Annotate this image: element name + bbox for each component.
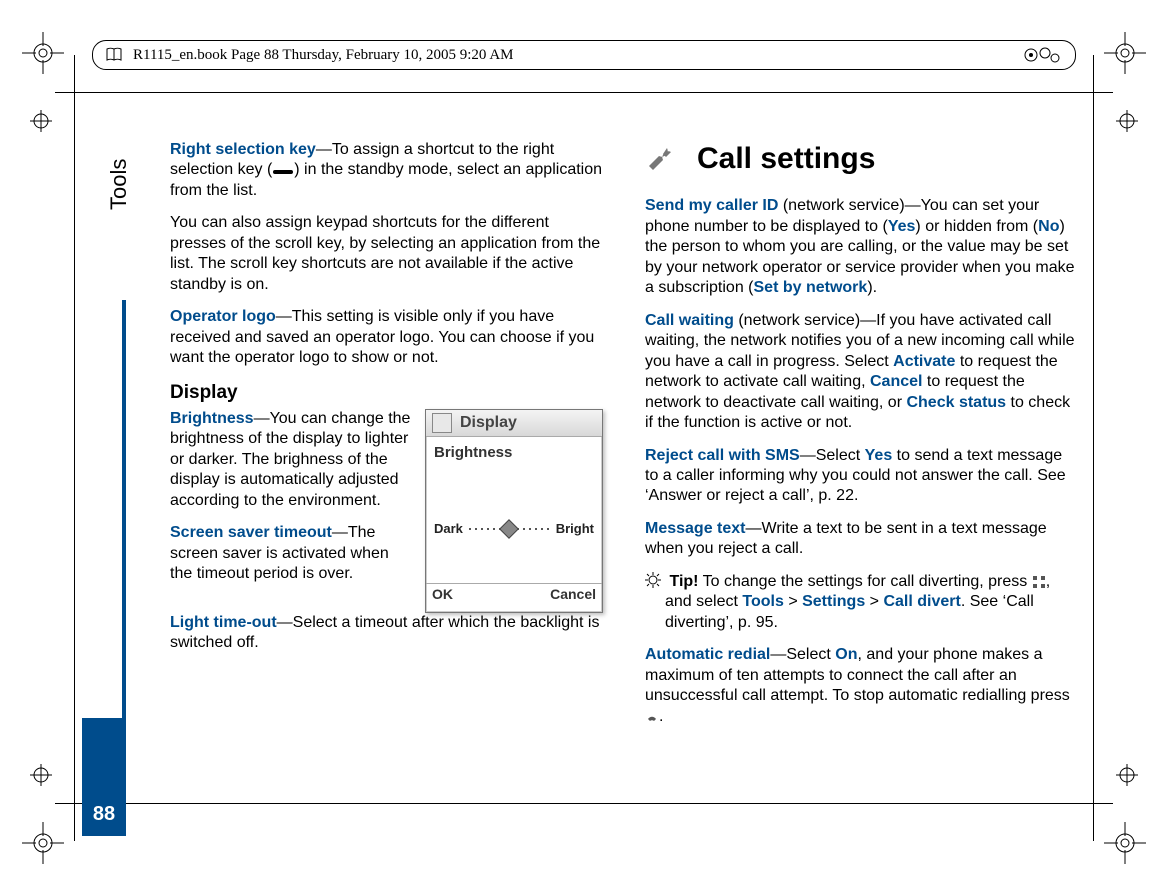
- page-number: 88: [82, 718, 126, 836]
- phone-field-label: Brightness: [434, 443, 594, 462]
- display-heading: Display: [170, 381, 603, 405]
- key-auto-redial: Automatic redial: [645, 646, 770, 663]
- para-reject-sms: Reject call with SMS—Select Yes to send …: [645, 446, 1078, 507]
- brightness-slider: Dark Bright: [434, 510, 594, 548]
- para-caller-id: Send my caller ID (network service)—You …: [645, 196, 1078, 298]
- slider-thumb-icon: [499, 519, 519, 539]
- crop-mark-icon: [1104, 32, 1146, 74]
- slider-max-label: Bright: [556, 521, 594, 538]
- para-message-text: Message text—Write a text to be sent in …: [645, 519, 1078, 560]
- tip-icon: [645, 572, 661, 588]
- registration-mark-icon: [1116, 110, 1138, 132]
- content-area: Right selection key—To assign a shortcut…: [170, 140, 1078, 786]
- frame-header: R1115_en.book Page 88 Thursday, February…: [92, 40, 1076, 70]
- para-scroll-shortcuts: You can also assign keypad shortcuts for…: [170, 213, 603, 295]
- left-column: Right selection key—To assign a shortcut…: [170, 140, 603, 786]
- phone-softkey-left: OK: [432, 586, 453, 610]
- registration-mark-icon: [1116, 764, 1138, 786]
- display-app-icon: [432, 413, 452, 433]
- phone-title: Display: [460, 413, 517, 433]
- frame-header-text: R1115_en.book Page 88 Thursday, February…: [133, 47, 514, 64]
- slider-min-label: Dark: [434, 521, 463, 538]
- call-settings-heading: Call settings: [645, 140, 1078, 178]
- crop-mark-icon: [22, 32, 64, 74]
- side-section-label: Tools: [106, 159, 132, 210]
- para-call-waiting: Call waiting (network service)—If you ha…: [645, 311, 1078, 434]
- para-operator-logo: Operator logo—This setting is visible on…: [170, 307, 603, 368]
- key-message-text: Message text: [645, 520, 746, 537]
- gear-cluster-icon: [1023, 45, 1063, 65]
- para-auto-redial: Automatic redial—Select On, and your pho…: [645, 645, 1078, 727]
- softkey-icon: [272, 167, 294, 177]
- frame-rule: [1093, 55, 1094, 841]
- wrench-icon: [645, 142, 679, 176]
- key-reject-sms: Reject call with SMS: [645, 447, 800, 464]
- tip-label: Tip!: [669, 573, 698, 590]
- key-light-timeout: Light time-out: [170, 614, 277, 631]
- para-screensaver: Screen saver timeout—The screen saver is…: [170, 523, 411, 584]
- para-light-timeout: Light time-out—Select a timeout after wh…: [170, 613, 603, 654]
- right-column: Call settings Send my caller ID (network…: [645, 140, 1078, 786]
- slider-track: [469, 523, 550, 535]
- key-right-selection: Right selection key: [170, 141, 316, 158]
- key-call-waiting: Call waiting: [645, 312, 734, 329]
- registration-mark-icon: [30, 764, 52, 786]
- key-operator-logo: Operator logo: [170, 308, 276, 325]
- key-screensaver-timeout: Screen saver timeout: [170, 524, 332, 541]
- frame-rule: [55, 803, 1113, 804]
- tip-block: Tip! To change the settings for call div…: [645, 572, 1078, 633]
- key-caller-id: Send my caller ID: [645, 197, 778, 214]
- frame-rule: [74, 55, 75, 841]
- phone-softkey-right: Cancel: [550, 586, 596, 610]
- menu-key-icon: [1032, 575, 1046, 589]
- key-brightness: Brightness: [170, 410, 254, 427]
- phone-screenshot: Display Brightness Dark Bright OK Cancel: [425, 409, 603, 613]
- para-brightness: Brightness—You can change the brightness…: [170, 409, 411, 511]
- crop-mark-icon: [22, 822, 64, 864]
- crop-mark-icon: [1104, 822, 1146, 864]
- end-key-icon: [645, 710, 659, 724]
- frame-rule: [55, 92, 1113, 93]
- phone-titlebar: Display: [426, 410, 602, 437]
- book-icon: [105, 46, 123, 64]
- registration-mark-icon: [30, 110, 52, 132]
- para-right-selection-key: Right selection key—To assign a shortcut…: [170, 140, 603, 201]
